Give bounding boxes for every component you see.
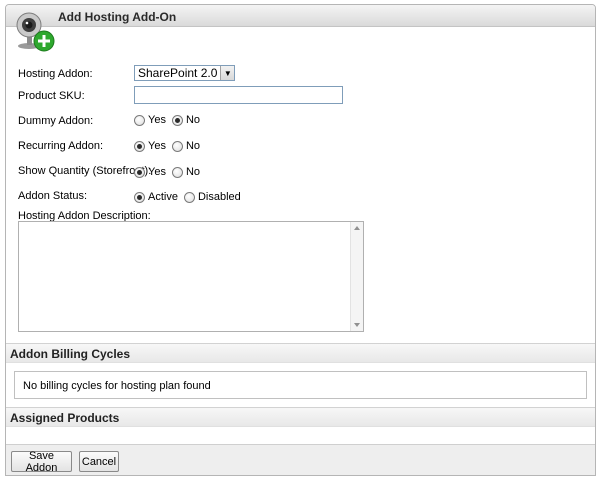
cancel-button[interactable]: Cancel xyxy=(79,451,119,472)
dummy-addon-yes[interactable]: Yes xyxy=(134,114,170,126)
product-sku-label: Product SKU: xyxy=(18,90,85,102)
radio-label: Yes xyxy=(148,166,166,178)
radio-button[interactable] xyxy=(134,114,145,126)
assigned-products-title: Assigned Products xyxy=(10,411,120,425)
radio-button[interactable] xyxy=(183,191,195,203)
scroll-up-icon[interactable] xyxy=(354,226,360,230)
radio-label: No xyxy=(185,140,201,152)
show-quantity-options: Yes No xyxy=(134,166,206,178)
page-title: Add Hosting Add-On xyxy=(58,10,177,24)
show-quantity-no[interactable]: No xyxy=(171,166,204,178)
radio-button[interactable] xyxy=(171,166,183,178)
form-footer: Save Addon Cancel xyxy=(6,444,595,475)
hosting-addon-dropdown[interactable]: SharePoint 2.0 ▼ xyxy=(134,65,236,81)
hosting-addon-value: SharePoint 2.0 xyxy=(138,66,218,80)
radio-label: Active xyxy=(148,191,178,203)
radio-button[interactable] xyxy=(134,140,145,152)
radio-label: No xyxy=(185,166,201,178)
radio-button[interactable] xyxy=(134,191,145,203)
addon-status-label: Addon Status: xyxy=(18,190,88,202)
textarea-scrollbar[interactable] xyxy=(350,222,363,331)
radio-label: Yes xyxy=(148,114,166,126)
hosting-addon-select[interactable]: SharePoint 2.0 ▼ xyxy=(134,65,236,81)
radio-button[interactable] xyxy=(134,166,145,178)
billing-empty-message: No billing cycles for hosting plan found xyxy=(23,380,211,392)
recurring-addon-label: Recurring Addon: xyxy=(18,140,103,152)
dummy-addon-label: Dummy Addon: xyxy=(18,115,94,127)
radio-label: Disabled xyxy=(197,191,241,203)
add-hosting-addon-panel: Add Hosting Add-On Hosting Addon: ShareP… xyxy=(5,4,596,476)
product-sku-row: Product SKU: xyxy=(18,90,85,102)
addon-status-options: Active Disabled xyxy=(134,191,247,203)
show-quantity-row: Show Quantity (Storefront): xyxy=(18,165,151,177)
product-sku-input[interactable] xyxy=(134,86,343,104)
show-quantity-label: Show Quantity (Storefront): xyxy=(18,165,152,177)
assigned-products-header: Assigned Products xyxy=(6,407,595,427)
description-textarea[interactable] xyxy=(18,221,364,332)
billing-cycles-header: Addon Billing Cycles xyxy=(6,343,595,363)
radio-button[interactable] xyxy=(171,114,183,126)
show-quantity-yes[interactable]: Yes xyxy=(134,166,170,178)
recurring-addon-options: Yes No xyxy=(134,140,206,152)
chevron-down-icon[interactable]: ▼ xyxy=(220,66,235,80)
radio-button[interactable] xyxy=(171,140,183,152)
radio-label: Yes xyxy=(148,140,166,152)
billing-cycles-box: No billing cycles for hosting plan found xyxy=(14,371,587,399)
webcam-add-icon xyxy=(16,12,55,52)
recurring-addon-yes[interactable]: Yes xyxy=(134,140,170,152)
panel-header: Add Hosting Add-On xyxy=(6,5,595,27)
save-addon-button[interactable]: Save Addon xyxy=(11,450,72,474)
recurring-addon-no[interactable]: No xyxy=(171,140,204,152)
dummy-addon-options: Yes No xyxy=(134,114,206,126)
dummy-addon-row: Dummy Addon: xyxy=(18,115,93,127)
hosting-addon-row: Hosting Addon: xyxy=(18,68,93,80)
addon-status-row: Addon Status: xyxy=(18,190,87,202)
billing-cycles-title: Addon Billing Cycles xyxy=(10,347,131,361)
hosting-addon-label: Hosting Addon: xyxy=(18,68,93,80)
addon-status-disabled[interactable]: Disabled xyxy=(183,191,245,203)
dummy-addon-no[interactable]: No xyxy=(171,114,204,126)
radio-label: No xyxy=(185,114,201,126)
recurring-addon-row: Recurring Addon: xyxy=(18,140,103,152)
scroll-down-icon[interactable] xyxy=(354,323,360,327)
addon-status-active[interactable]: Active xyxy=(134,191,182,203)
